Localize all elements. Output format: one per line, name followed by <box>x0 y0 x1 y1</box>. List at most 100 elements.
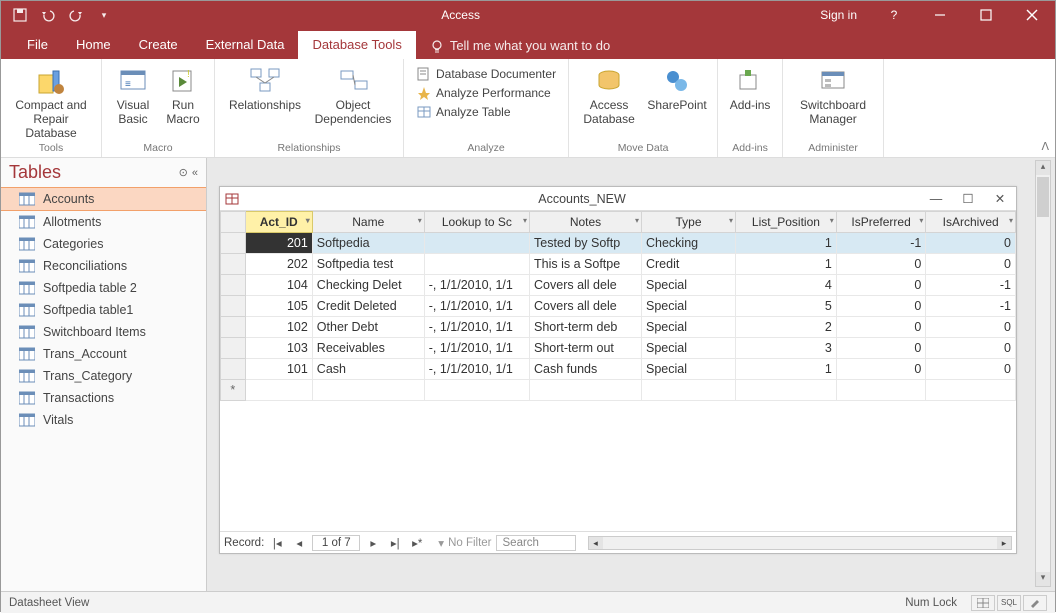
subwin-maximize-icon[interactable]: ☐ <box>952 191 984 206</box>
relationships-button[interactable]: Relationships <box>223 63 307 113</box>
switchboard-manager-button[interactable]: Switchboard Manager <box>791 63 875 127</box>
documenter-icon <box>416 66 432 82</box>
access-database-button[interactable]: Access Database <box>577 63 641 127</box>
datasheet-icon <box>220 192 244 206</box>
horizontal-scrollbar[interactable]: ◂▸ <box>588 536 1012 550</box>
database-documenter-button[interactable]: Database Documenter <box>412 65 560 83</box>
table-row[interactable]: 103Receivables-, 1/1/2010, 1/1Short-term… <box>221 338 1016 359</box>
minimize-icon[interactable] <box>917 1 963 29</box>
nav-collapse-icon[interactable]: « <box>192 167 198 179</box>
tab-home[interactable]: Home <box>62 31 125 59</box>
table-row[interactable]: 102Other Debt-, 1/1/2010, 1/1Short-term … <box>221 317 1016 338</box>
analyze-table-icon <box>416 104 432 120</box>
sql-view-icon[interactable]: SQL <box>997 595 1021 611</box>
app-title: Access <box>115 8 806 22</box>
table-icon <box>19 281 35 295</box>
analyze-performance-button[interactable]: Analyze Performance <box>412 84 560 102</box>
status-bar: Datasheet View Num Lock SQL <box>1 591 1055 613</box>
table-row[interactable]: 104Checking Delet-, 1/1/2010, 1/1Covers … <box>221 275 1016 296</box>
nav-header[interactable]: Tables <box>9 162 61 183</box>
nav-dropdown-icon[interactable]: ⊙ <box>179 166 188 179</box>
collapse-ribbon-icon[interactable]: ᐱ <box>1041 140 1049 153</box>
save-icon[interactable] <box>9 4 31 26</box>
lightbulb-icon <box>430 39 444 53</box>
vertical-scrollbar[interactable]: ▴▾ <box>1035 160 1051 587</box>
column-name[interactable]: Name▾ <box>312 212 424 233</box>
column-isarchived[interactable]: IsArchived▾ <box>926 212 1016 233</box>
table-row[interactable]: 101Cash-, 1/1/2010, 1/1Cash fundsSpecial… <box>221 359 1016 380</box>
document-area: Accounts_NEW — ☐ ✕ Act_ID▾Name▾Lookup to… <box>207 158 1055 591</box>
nav-item-transactions[interactable]: Transactions <box>1 387 206 409</box>
table-row[interactable]: 105Credit Deleted-, 1/1/2010, 1/1Covers … <box>221 296 1016 317</box>
nav-last-icon[interactable]: ▸| <box>386 536 404 550</box>
nav-item-trans-account[interactable]: Trans_Account <box>1 343 206 365</box>
tell-me[interactable]: Tell me what you want to do <box>416 32 624 59</box>
object-dependencies-icon <box>337 65 369 97</box>
help-icon[interactable]: ? <box>871 1 917 29</box>
visual-basic-button[interactable]: ≡ Visual Basic <box>110 63 156 127</box>
table-icon <box>19 192 35 206</box>
nav-item-trans-category[interactable]: Trans_Category <box>1 365 206 387</box>
svg-text:!: ! <box>187 69 190 80</box>
nav-item-softpedia-table1[interactable]: Softpedia table1 <box>1 299 206 321</box>
table-row[interactable]: 201SoftpediaTested by SoftpChecking1-10 <box>221 233 1016 254</box>
nav-next-icon[interactable]: ▸ <box>364 536 382 550</box>
new-record-row[interactable] <box>221 380 1016 401</box>
nav-prev-icon[interactable]: ◂ <box>290 536 308 550</box>
run-macro-icon: ! <box>167 65 199 97</box>
table-icon <box>19 413 35 427</box>
tab-create[interactable]: Create <box>125 31 192 59</box>
table-icon <box>19 391 35 405</box>
column-type[interactable]: Type▾ <box>641 212 735 233</box>
subwindow: Accounts_NEW — ☐ ✕ Act_ID▾Name▾Lookup to… <box>219 186 1017 554</box>
redo-icon[interactable] <box>65 4 87 26</box>
datasheet-view-icon[interactable] <box>971 595 995 611</box>
column-notes[interactable]: Notes▾ <box>530 212 642 233</box>
analyze-table-button[interactable]: Analyze Table <box>412 103 560 121</box>
column-list-position[interactable]: List_Position▾ <box>736 212 837 233</box>
nav-item-categories[interactable]: Categories <box>1 233 206 255</box>
numlock-label: Num Lock <box>905 597 957 609</box>
compact-repair-icon <box>35 65 67 97</box>
record-label: Record: <box>224 537 264 549</box>
tab-file[interactable]: File <box>13 31 62 59</box>
nav-new-icon[interactable]: ▸* <box>408 536 426 550</box>
search-input[interactable]: Search <box>496 535 576 551</box>
nav-item-vitals[interactable]: Vitals <box>1 409 206 431</box>
sharepoint-icon <box>661 65 693 97</box>
nav-item-switchboard-items[interactable]: Switchboard Items <box>1 321 206 343</box>
svg-text:≡: ≡ <box>125 79 131 90</box>
addins-button[interactable]: Add-ins <box>726 63 774 113</box>
design-view-icon[interactable] <box>1023 595 1047 611</box>
compact-repair-button[interactable]: Compact and Repair Database <box>9 63 93 140</box>
table-row[interactable]: 202Softpedia testThis is a SoftpeCredit1… <box>221 254 1016 275</box>
maximize-icon[interactable] <box>963 1 1009 29</box>
nav-item-allotments[interactable]: Allotments <box>1 211 206 233</box>
close-icon[interactable] <box>1009 1 1055 29</box>
undo-icon[interactable] <box>37 4 59 26</box>
tab-external-data[interactable]: External Data <box>192 31 299 59</box>
subwin-close-icon[interactable]: ✕ <box>984 191 1016 206</box>
nav-item-accounts[interactable]: Accounts <box>1 187 206 211</box>
table-icon <box>19 215 35 229</box>
nav-first-icon[interactable]: |◂ <box>268 536 286 550</box>
no-filter-label: No Filter <box>448 537 491 549</box>
table-icon <box>19 347 35 361</box>
ribbon: Compact and Repair Database Tools ≡ Visu… <box>1 59 1055 158</box>
nav-item-softpedia-table-2[interactable]: Softpedia table 2 <box>1 277 206 299</box>
data-grid[interactable]: Act_ID▾Name▾Lookup to Sc▾Notes▾Type▾List… <box>220 211 1016 401</box>
column-ispreferred[interactable]: IsPreferred▾ <box>836 212 926 233</box>
sign-in-link[interactable]: Sign in <box>806 8 871 22</box>
column-lookup-to-sc[interactable]: Lookup to Sc▾ <box>424 212 529 233</box>
nav-item-reconciliations[interactable]: Reconciliations <box>1 255 206 277</box>
tab-database-tools[interactable]: Database Tools <box>298 31 415 59</box>
record-position[interactable]: 1 of 7 <box>312 535 360 551</box>
filter-icon[interactable]: ▾ <box>438 536 444 550</box>
sharepoint-button[interactable]: SharePoint <box>645 63 709 113</box>
column-act-id[interactable]: Act_ID▾ <box>245 212 312 233</box>
qat-customize-icon[interactable]: ▾ <box>93 4 115 26</box>
object-dependencies-button[interactable]: Object Dependencies <box>311 63 395 127</box>
run-macro-button[interactable]: ! Run Macro <box>160 63 206 127</box>
relationships-icon <box>249 65 281 97</box>
subwin-minimize-icon[interactable]: — <box>920 192 952 206</box>
